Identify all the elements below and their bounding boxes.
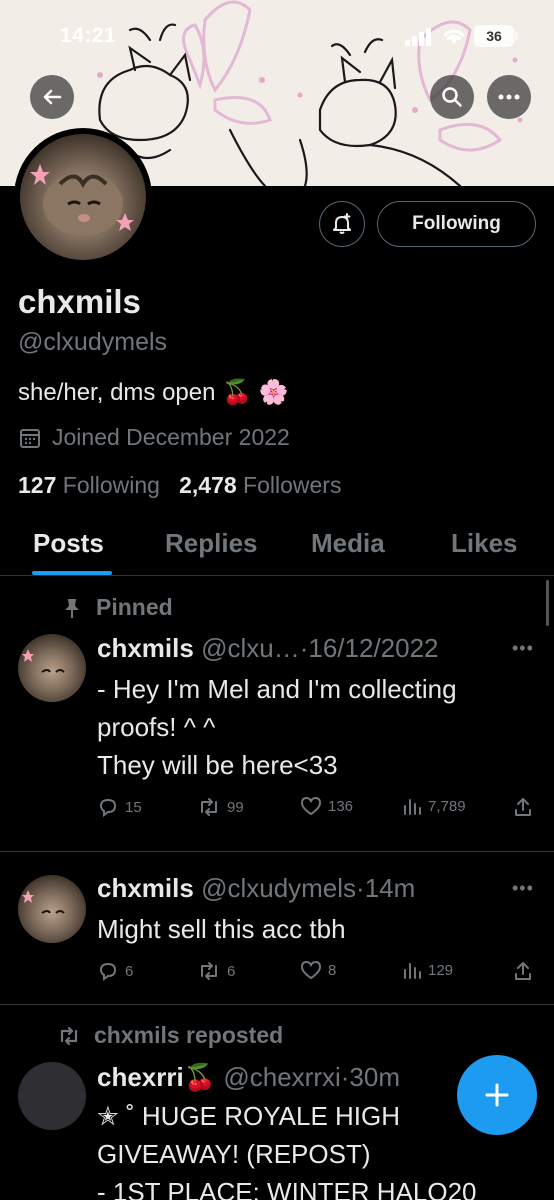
- like-count: 8: [328, 961, 337, 979]
- share-icon: [515, 962, 531, 980]
- heart-icon: [300, 796, 322, 816]
- repost-button[interactable]: 6: [197, 960, 235, 982]
- post-more-icon[interactable]: •••: [512, 638, 534, 659]
- reply-button[interactable]: 15: [97, 796, 142, 818]
- post-author-handle[interactable]: @chexrrxi: [223, 1062, 340, 1092]
- post-header: chxmils @clxu…·16/12/2022: [97, 633, 439, 663]
- share-icon: [515, 798, 531, 816]
- post-time[interactable]: 16/12/2022: [308, 633, 438, 663]
- post-avatar[interactable]: [18, 1062, 86, 1130]
- scrollbar[interactable]: [546, 580, 549, 626]
- more-horizontal-icon: [498, 94, 520, 100]
- reply-button[interactable]: 6: [97, 960, 133, 982]
- more-options-button[interactable]: [487, 75, 531, 119]
- search-button[interactable]: [430, 75, 474, 119]
- heart-icon: [300, 960, 322, 980]
- wifi-icon: [443, 29, 465, 44]
- following-label: Following: [62, 472, 160, 498]
- post-time[interactable]: 30m: [349, 1062, 400, 1092]
- pinned-text: Pinned: [96, 594, 173, 620]
- post-author-name[interactable]: chxmils: [97, 873, 194, 903]
- like-button[interactable]: 8: [300, 960, 336, 980]
- reply-icon: [99, 962, 117, 981]
- views-count: 7,789: [428, 797, 466, 815]
- reply-icon: [99, 798, 117, 817]
- following-count: 127: [18, 472, 57, 498]
- followers-count: 2,478: [179, 472, 237, 498]
- post-actions: 15 99 136 7,789: [97, 796, 537, 822]
- post-author-name[interactable]: chxmils: [97, 633, 194, 663]
- profile-avatar[interactable]: [14, 128, 152, 266]
- post-more-icon[interactable]: •••: [512, 878, 534, 899]
- reply-count: 15: [125, 798, 142, 816]
- following-link[interactable]: 127 Following: [18, 472, 160, 498]
- joined-text: Joined December 2022: [52, 424, 290, 450]
- repost-count: 99: [227, 798, 244, 816]
- tab-likes[interactable]: Likes: [451, 528, 518, 559]
- profile-handle: @clxudymels: [18, 328, 168, 356]
- followers-link[interactable]: 2,478 Followers: [179, 472, 341, 498]
- kitten-photo: [30, 164, 134, 236]
- post-text: Might sell this acc tbh: [97, 914, 346, 944]
- reply-count: 6: [125, 962, 134, 980]
- repost-icon: [201, 798, 217, 816]
- reposted-text: chxmils reposted: [94, 1022, 284, 1048]
- post-author-handle[interactable]: @clxudymels: [201, 873, 356, 903]
- calendar-icon: [20, 428, 40, 448]
- pin-icon: [65, 598, 79, 618]
- search-icon: [442, 87, 462, 107]
- repost-icon: [60, 1026, 78, 1045]
- views-icon: [404, 799, 421, 815]
- repost-count: 6: [227, 962, 236, 980]
- post-actions: 6 6 8 129: [97, 960, 537, 986]
- post-text: - Hey I'm Mel and I'm collecting proofs!…: [97, 674, 457, 780]
- tab-posts[interactable]: Posts: [33, 528, 104, 559]
- notifications-button[interactable]: [319, 201, 365, 247]
- following-button[interactable]: Following: [377, 201, 536, 247]
- views-count: 129: [428, 961, 454, 979]
- reposted-label: chxmils reposted: [56, 1022, 283, 1049]
- avatar-image: [20, 134, 146, 260]
- post-divider: [0, 851, 554, 852]
- kitten-photo: [22, 649, 65, 673]
- status-time: 14:21: [60, 24, 117, 47]
- views-icon: [404, 963, 421, 979]
- cellular-signal-icon: [405, 28, 431, 46]
- arrow-left-icon: [43, 89, 62, 105]
- compose-button[interactable]: [457, 1055, 537, 1135]
- profile-display-name: chxmils: [18, 283, 141, 320]
- pinned-label: Pinned: [62, 594, 173, 621]
- profile-tabs: Posts Replies Media Likes: [0, 520, 554, 576]
- joined-date: Joined December 2022: [18, 424, 290, 451]
- back-button[interactable]: [30, 75, 74, 119]
- post-avatar[interactable]: [18, 634, 86, 702]
- tab-replies[interactable]: Replies: [165, 528, 258, 559]
- views-button[interactable]: 129: [402, 960, 453, 980]
- post-header: chxmils @clxudymels·14m: [97, 873, 416, 903]
- post-author-handle[interactable]: @clxu…: [201, 633, 300, 663]
- post-avatar[interactable]: [18, 875, 86, 943]
- plus-icon: [485, 1083, 509, 1107]
- like-button[interactable]: 136: [300, 796, 353, 816]
- post-time[interactable]: 14m: [365, 873, 416, 903]
- post-author-name[interactable]: chexrri🍒: [97, 1062, 216, 1092]
- active-tab-indicator: [32, 571, 112, 575]
- post-header: chexrri🍒 @chexrrxi·30m: [97, 1062, 400, 1092]
- bell-plus-icon: [333, 213, 351, 234]
- share-button[interactable]: [513, 796, 533, 818]
- like-count: 136: [328, 797, 354, 815]
- profile-bio: she/her, dms open 🍒 🌸: [18, 379, 289, 406]
- views-button[interactable]: 7,789: [402, 796, 466, 816]
- battery-indicator: 36: [474, 25, 518, 47]
- tab-media[interactable]: Media: [311, 528, 385, 559]
- repost-icon: [201, 962, 217, 980]
- follow-counts: 127 Following 2,478 Followers: [18, 472, 341, 499]
- kitten-photo: [22, 890, 65, 914]
- followers-label: Followers: [243, 472, 342, 498]
- post-divider: [0, 1004, 554, 1005]
- status-bar: 14:21 36: [0, 22, 554, 52]
- repost-button[interactable]: 99: [197, 796, 244, 818]
- share-button[interactable]: [513, 960, 533, 982]
